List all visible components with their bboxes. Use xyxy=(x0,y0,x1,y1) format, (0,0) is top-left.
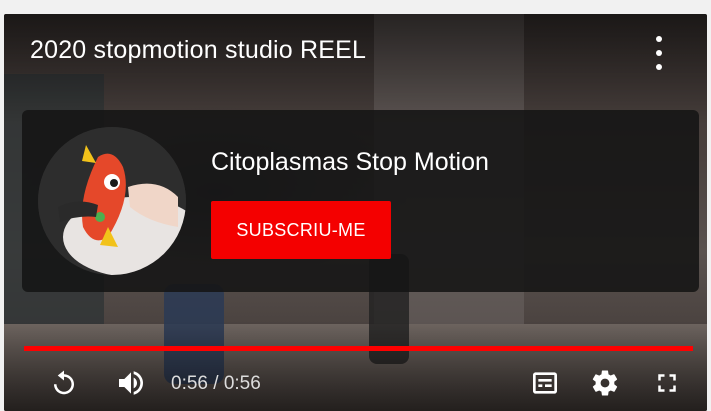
captions-icon[interactable] xyxy=(524,363,566,403)
duration: 0:56 xyxy=(223,373,261,394)
more-vert-icon[interactable] xyxy=(649,36,669,70)
progress-bar[interactable] xyxy=(24,346,693,351)
more-dot xyxy=(656,50,662,56)
replay-icon-graphic xyxy=(54,370,74,395)
fullscreen-icon-graphic xyxy=(658,374,676,392)
video-title[interactable]: 2020 stopmotion studio REEL xyxy=(30,36,366,65)
more-dot xyxy=(656,64,662,70)
time-display: 0:56 / 0:56 xyxy=(171,373,261,395)
gear-icon-graphic xyxy=(592,370,618,396)
video-player[interactable]: 2020 stopmotion studio REEL Citoplasmas … xyxy=(4,14,707,411)
volume-icon[interactable] xyxy=(109,363,153,403)
top-gradient xyxy=(4,14,707,124)
volume-icon-graphic xyxy=(119,371,143,395)
time-separator: / xyxy=(207,373,224,394)
channel-endcard: Citoplasmas Stop Motion SUBSCRIU-ME xyxy=(22,110,699,292)
channel-name[interactable]: Citoplasmas Stop Motion xyxy=(211,148,489,177)
replay-icon[interactable] xyxy=(44,363,84,403)
avatar-image xyxy=(38,127,186,275)
gear-icon[interactable] xyxy=(584,363,626,403)
progress-fill xyxy=(24,346,693,351)
captions-icon-graphic xyxy=(533,372,557,394)
player-controls: 0:56 / 0:56 xyxy=(4,363,707,403)
fullscreen-icon[interactable] xyxy=(647,363,687,403)
more-dot xyxy=(656,36,662,42)
subscribe-button[interactable]: SUBSCRIU-ME xyxy=(211,201,391,259)
channel-avatar[interactable] xyxy=(38,127,186,275)
current-time: 0:56 xyxy=(171,373,208,394)
